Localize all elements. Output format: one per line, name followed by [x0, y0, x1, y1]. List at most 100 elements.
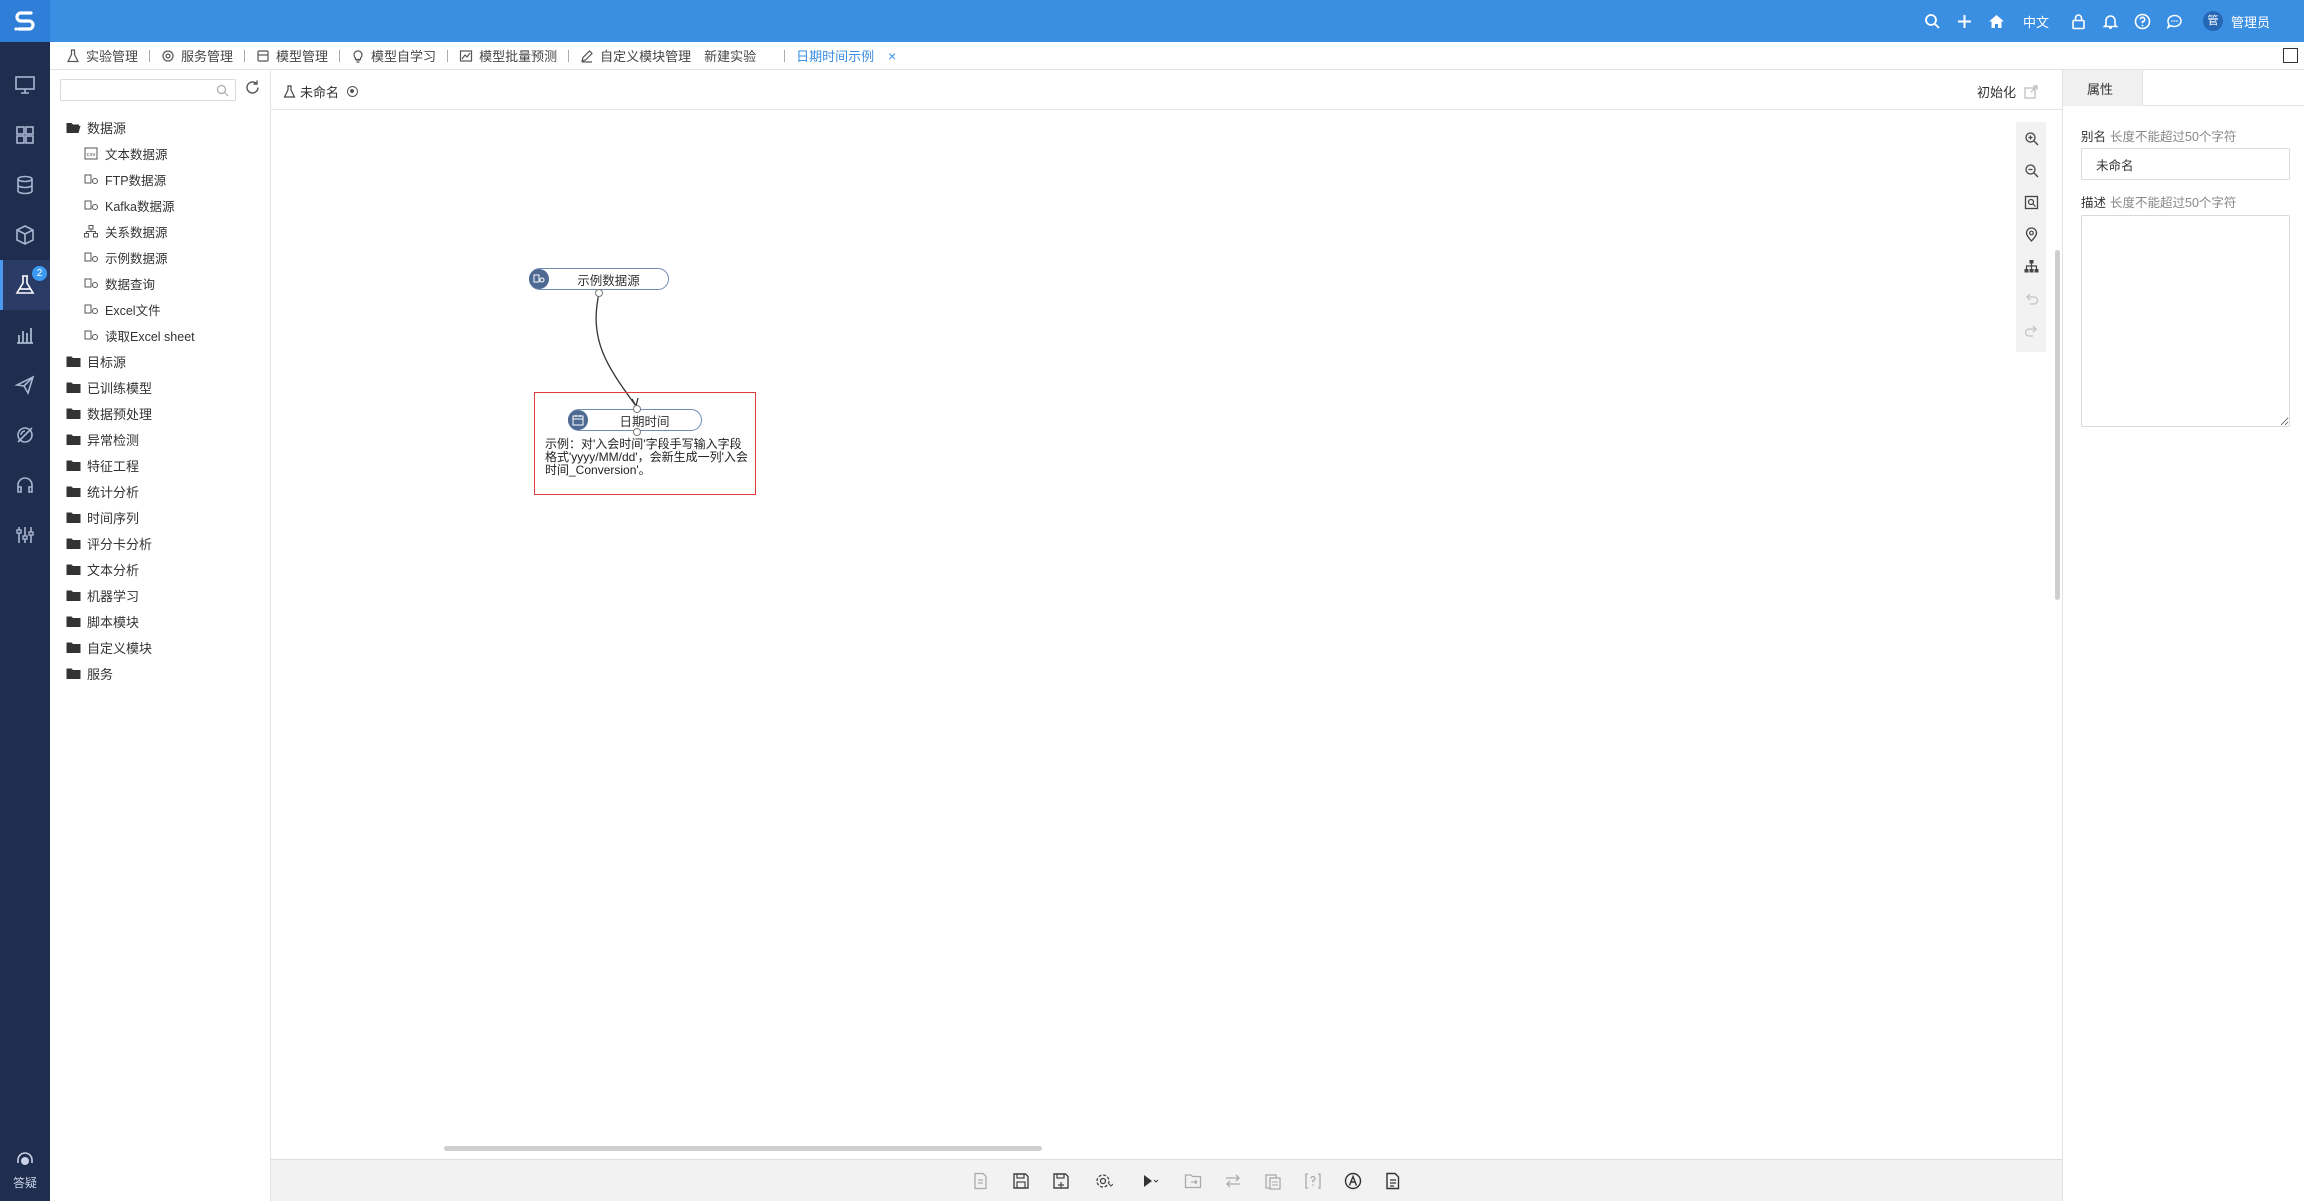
- username[interactable]: 管理员: [2231, 12, 2270, 31]
- datasource-icon: [84, 278, 98, 288]
- tab-model-self-learning[interactable]: 模型自学习: [351, 42, 436, 70]
- annotate-button[interactable]: [1336, 1167, 1370, 1195]
- app-logo[interactable]: [0, 0, 50, 42]
- question-button[interactable]: [2127, 0, 2159, 42]
- auto-layout-button[interactable]: [2016, 250, 2046, 282]
- log-button[interactable]: [1376, 1167, 1410, 1195]
- tree-item-relational-datasource[interactable]: 关系数据源: [50, 218, 270, 244]
- node-label: 日期时间: [619, 414, 670, 429]
- run-dropdown[interactable]: [1130, 1167, 1170, 1195]
- tree-item-ftp-datasource[interactable]: FTP数据源: [50, 166, 270, 192]
- tree-folder-target[interactable]: 目标源: [50, 348, 270, 374]
- add-button[interactable]: [1949, 0, 1981, 42]
- tree-folder-custom[interactable]: 自定义模块: [50, 634, 270, 660]
- tab-model-management[interactable]: 模型管理: [256, 42, 328, 70]
- tree-item-kafka-datasource[interactable]: Kafka数据源: [50, 192, 270, 218]
- home-button[interactable]: [1981, 0, 2013, 42]
- tab-batch-prediction[interactable]: 模型批量预测: [459, 42, 557, 70]
- input-port[interactable]: [633, 405, 641, 413]
- experiment-status-radio[interactable]: [347, 86, 359, 97]
- tree-folder-machine-learning[interactable]: 机器学习: [50, 582, 270, 608]
- folder-icon: [66, 408, 81, 419]
- tab-properties[interactable]: 属性: [2063, 70, 2143, 106]
- copy-button[interactable]: [1256, 1167, 1290, 1195]
- tree-search-input[interactable]: [60, 79, 236, 101]
- tree-item-sample-datasource[interactable]: 示例数据源: [50, 244, 270, 270]
- tree-label: 特征工程: [87, 458, 140, 474]
- output-port[interactable]: [633, 428, 641, 436]
- monitor-nav[interactable]: [0, 60, 50, 110]
- settings-dropdown[interactable]: [1084, 1167, 1124, 1195]
- tree-item-data-query[interactable]: 数据查询: [50, 270, 270, 296]
- switch-button[interactable]: [1216, 1167, 1250, 1195]
- support-nav[interactable]: [0, 460, 50, 510]
- alias-label-text: 别名: [2081, 130, 2107, 144]
- zoom-out-button[interactable]: [2016, 154, 2046, 186]
- tree-folder-service[interactable]: 服务: [50, 660, 270, 686]
- tab-custom-module-management[interactable]: 自定义模块管理: [580, 42, 691, 70]
- help-label: 答疑: [12, 1176, 37, 1190]
- tree-folder-statistics[interactable]: 统计分析: [50, 478, 270, 504]
- canvas-vertical-scrollbar[interactable]: [2055, 250, 2060, 600]
- tab-service-management[interactable]: 服务管理: [161, 42, 233, 70]
- help-button[interactable]: 答疑: [0, 1150, 50, 1191]
- avatar[interactable]: 管: [2202, 11, 2223, 31]
- database-nav[interactable]: [0, 160, 50, 210]
- refresh-icon[interactable]: [244, 79, 261, 96]
- send-icon: [14, 375, 35, 395]
- experiment-nav[interactable]: 2: [0, 260, 50, 310]
- dashboard-nav[interactable]: [0, 110, 50, 160]
- fit-view-button[interactable]: [2016, 186, 2046, 218]
- tree-folder-feature[interactable]: 特征工程: [50, 452, 270, 478]
- language-switch[interactable]: 中文: [2013, 12, 2063, 31]
- report-nav[interactable]: [0, 310, 50, 360]
- message-button[interactable]: [2159, 0, 2191, 42]
- alias-input[interactable]: [2081, 148, 2290, 180]
- tools-nav[interactable]: [0, 510, 50, 560]
- maximize-icon[interactable]: [2283, 48, 2298, 63]
- node-sample-datasource[interactable]: 示例数据源: [529, 268, 669, 290]
- publish-nav[interactable]: [0, 360, 50, 410]
- tree-folder-script[interactable]: 脚本模块: [50, 608, 270, 634]
- monitor-icon: [15, 76, 35, 94]
- tree-folder-datasource[interactable]: 数据源: [50, 114, 270, 140]
- tree-folder-text-analysis[interactable]: 文本分析: [50, 556, 270, 582]
- tab-close-icon[interactable]: ×: [888, 48, 896, 64]
- cube-nav[interactable]: [0, 210, 50, 260]
- tree-item-text-datasource[interactable]: csv 文本数据源: [50, 140, 270, 166]
- workflow-canvas[interactable]: 示例数据源 示例：对'入会时间'字段手写输入字段格式'yyyy/MM/dd'，会…: [271, 110, 2062, 1159]
- tree-folder-preprocessing[interactable]: 数据预处理: [50, 400, 270, 426]
- tab-experiment-management[interactable]: 实验管理: [66, 42, 138, 70]
- help-bracket-button[interactable]: [1296, 1167, 1330, 1195]
- tree-item-excel-file[interactable]: Excel文件: [50, 296, 270, 322]
- export-button[interactable]: [1176, 1167, 1210, 1195]
- tree-item-read-excel-sheet[interactable]: 读取Excel sheet: [50, 322, 270, 348]
- initialize-button[interactable]: 初始化: [1977, 82, 2038, 101]
- model-nav[interactable]: [0, 410, 50, 460]
- save-as-button[interactable]: [1044, 1167, 1078, 1195]
- model-icon: [257, 49, 269, 62]
- lock-button[interactable]: [2063, 0, 2095, 42]
- properties-doc-button[interactable]: [964, 1167, 998, 1195]
- tab-datetime-example[interactable]: 日期时间示例 ×: [796, 42, 896, 70]
- canvas-horizontal-scrollbar[interactable]: [444, 1146, 1042, 1151]
- tree-folder-scorecard[interactable]: 评分卡分析: [50, 530, 270, 556]
- tree-folder-anomaly[interactable]: 异常检测: [50, 426, 270, 452]
- description-textarea[interactable]: [2081, 215, 2290, 427]
- relation-icon: [84, 224, 98, 237]
- undo-button[interactable]: [2016, 282, 2046, 314]
- search-button[interactable]: [1917, 0, 1949, 42]
- output-port[interactable]: [595, 289, 603, 297]
- tab-new-experiment[interactable]: 新建实验: [704, 42, 756, 70]
- save-button[interactable]: [1004, 1167, 1038, 1195]
- annotation-box: 示例：对'入会时间'字段手写输入字段格式'yyyy/MM/dd'，会新生成一列'…: [534, 392, 756, 495]
- tree-folder-trained-model[interactable]: 已训练模型: [50, 374, 270, 400]
- experiment-title[interactable]: 未命名: [283, 82, 359, 101]
- service-icon: [162, 49, 174, 62]
- locate-button[interactable]: [2016, 218, 2046, 250]
- notification-button[interactable]: [2095, 0, 2127, 42]
- document-icon: [1385, 1172, 1399, 1189]
- zoom-in-button[interactable]: [2016, 122, 2046, 154]
- tree-folder-timeseries[interactable]: 时间序列: [50, 504, 270, 530]
- redo-button[interactable]: [2016, 314, 2046, 346]
